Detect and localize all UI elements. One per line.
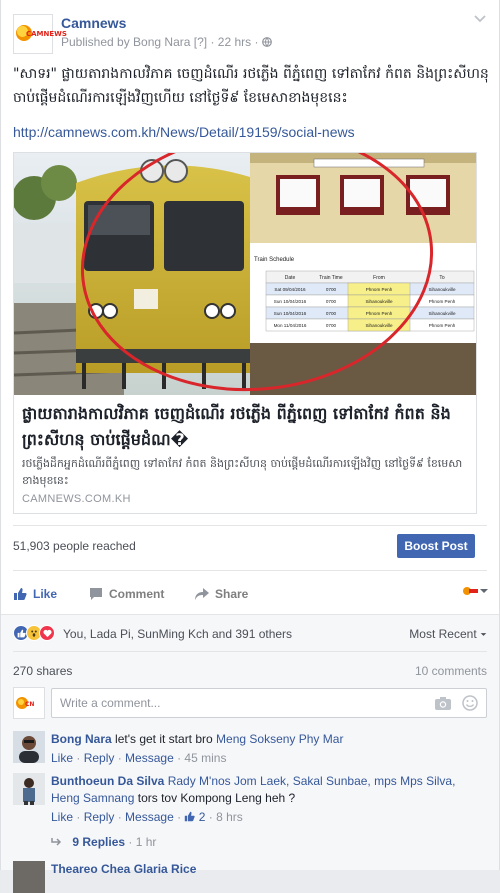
schedule-header: Train Time xyxy=(319,275,343,281)
comment-like-count[interactable]: 2 xyxy=(199,810,206,824)
sort-comments-dropdown[interactable]: Most Recent xyxy=(409,627,487,641)
comment-message-link[interactable]: Message xyxy=(125,751,174,765)
camnews-mini-logo-icon xyxy=(463,587,478,595)
comment-tags[interactable]: Meng Sokseny Phy Mar xyxy=(216,732,343,746)
comment-composer: CN Write a comment... xyxy=(13,687,487,719)
share-arrow-icon xyxy=(195,588,209,600)
schedule-cell: Sihanoukville xyxy=(365,299,393,304)
schedule-cell: Sihanoukville xyxy=(428,311,456,316)
comment-like-link[interactable]: Like xyxy=(51,810,73,824)
comment-text: let's get it start bro xyxy=(115,732,213,746)
schedule-header: From xyxy=(373,275,385,281)
comment-text: tors tov Kompong Leng heh ? xyxy=(137,791,296,805)
chevron-down-icon[interactable] xyxy=(473,12,487,26)
attachment-source: CAMNEWS.COM.KH xyxy=(22,493,131,505)
schedule-header: To xyxy=(439,275,445,281)
reply-arrow-icon xyxy=(51,838,62,846)
comment-icon xyxy=(90,588,102,600)
post-time[interactable]: 22 hrs xyxy=(218,35,251,49)
page-name-link[interactable]: Camnews xyxy=(61,15,126,31)
camera-icon[interactable] xyxy=(434,695,452,711)
feedback-section: You, Lada Pi, SunMing Kch and 391 others… xyxy=(1,614,499,893)
schedule-table: Date Train Time From To Sat 09/04/2016 0700 Ph… xyxy=(265,270,475,332)
link-attachment[interactable]: Train Schedule Date Train Time From To Sat 0… xyxy=(13,152,477,514)
post-as-selector[interactable] xyxy=(463,586,489,596)
caret-down-icon xyxy=(480,589,488,593)
composer-avatar: CN xyxy=(13,687,45,719)
camnews-logo: CAMNEWS xyxy=(16,25,67,43)
commenter-avatar[interactable] xyxy=(13,861,45,893)
love-reaction-icon xyxy=(39,625,55,641)
post-meta: Published by Bong Nara [?] · 22 hrs · xyxy=(61,35,272,49)
shares-count[interactable]: 270 shares xyxy=(13,664,72,678)
camnews-logo-icon: CN xyxy=(16,697,34,709)
comment-message-link[interactable]: Message xyxy=(125,810,174,824)
schedule-cell: 0700 xyxy=(326,287,337,292)
comments-count[interactable]: 10 comments xyxy=(415,664,487,678)
comment-button[interactable]: Comment xyxy=(89,580,164,608)
schedule-cell: 0700 xyxy=(326,299,337,304)
thumbs-up-icon xyxy=(14,588,27,600)
schedule-cell: Sun 10/04/2016 xyxy=(274,311,307,316)
attachment-image[interactable]: Train Schedule Date Train Time From To Sat 0… xyxy=(14,153,476,395)
share-button[interactable]: Share xyxy=(195,580,248,608)
reactions-summary[interactable]: You, Lada Pi, SunMing Kch and 391 others… xyxy=(13,623,487,643)
published-by[interactable]: Published by Bong Nara xyxy=(61,35,190,49)
comment-author[interactable]: Bunthoeun Da Silva xyxy=(51,774,164,788)
comment-body: Bong Nara let's get it start bro Meng So… xyxy=(51,731,481,767)
view-replies-link[interactable]: 9 Replies · 1 hr xyxy=(51,835,156,849)
published-help[interactable]: [?] xyxy=(194,35,207,49)
attachment-description: រថភ្លើងដឹកអ្នកដំណើរពីភ្នំពេញ ទៅតាកែវ កំព… xyxy=(22,457,463,487)
comment-time[interactable]: 45 mins xyxy=(184,751,226,765)
comment-time[interactable]: 8 hrs xyxy=(216,810,243,824)
action-bar: Like Comment Share xyxy=(13,580,489,608)
emoji-icon[interactable] xyxy=(462,695,478,711)
reactors-text[interactable]: You, Lada Pi, SunMing Kch and 391 others xyxy=(63,627,292,641)
attachment-body[interactable]: ផ្លាយតារាងកាលវិភាគ ចេញដំណើរ រថភ្លើង ពីភ្… xyxy=(14,395,476,513)
schedule-title: Train Schedule xyxy=(254,257,295,263)
comment-body: Bunthoeun Da Silva Rady M'nos Jom Laek, … xyxy=(51,773,481,826)
schedule-cell: Sat 09/04/2016 xyxy=(274,287,306,292)
boost-post-button[interactable]: Boost Post xyxy=(397,534,475,558)
schedule-cell: Sihanoukville xyxy=(428,287,456,292)
divider xyxy=(13,525,487,526)
post-card: CAMNEWS Camnews Published by Bong Nara [… xyxy=(0,0,500,893)
schedule-cell: 0700 xyxy=(326,311,337,316)
comment-like-link[interactable]: Like xyxy=(51,751,73,765)
post-link[interactable]: http://camnews.com.kh/News/Detail/19159/… xyxy=(13,124,355,140)
schedule-cell: Phnom Penh xyxy=(366,287,393,292)
schedule-header: Date xyxy=(285,275,296,281)
caret-down-icon xyxy=(480,633,487,636)
post-text: "សាទរ" ផ្លាយតារាងកាលវិភាគ ចេញដំណើរ រថភ្ល… xyxy=(13,66,489,106)
schedule-cell: Phnom Penh xyxy=(429,323,456,328)
people-reached[interactable]: 51,903 people reached xyxy=(13,539,136,553)
schedule-cell: Phnom Penh xyxy=(429,299,456,304)
reaction-icons xyxy=(13,625,55,641)
svg-text:CN: CN xyxy=(25,701,34,708)
comment-reply-link[interactable]: Reply xyxy=(84,810,115,824)
page-avatar[interactable]: CAMNEWS xyxy=(13,14,67,54)
comment-reply-link[interactable]: Reply xyxy=(84,751,115,765)
schedule-cell: Sihanoukville xyxy=(365,323,393,328)
thumbs-up-icon xyxy=(185,811,196,822)
comment-actions: Like · Reply · Message · 2 · 8 hrs xyxy=(51,810,243,824)
post-header: CAMNEWS Camnews Published by Bong Nara [… xyxy=(13,12,487,56)
divider xyxy=(13,651,487,652)
schedule-cell: Phnom Penh xyxy=(366,311,393,316)
like-button[interactable]: Like xyxy=(13,580,57,608)
schedule-cell: 0700 xyxy=(326,323,337,328)
comment-author[interactable]: Bong Nara xyxy=(51,732,112,746)
schedule-cell: Mon 11/04/2016 xyxy=(274,323,307,328)
commenter-avatar[interactable] xyxy=(13,731,45,763)
schedule-cell: Sun 10/04/2016 xyxy=(274,299,307,304)
comment-author[interactable]: Theareo Chea Glaria Rice xyxy=(51,862,196,876)
divider xyxy=(13,570,487,571)
train-photo: Train Schedule Date Train Time From To Sat 0… xyxy=(14,153,476,395)
globe-icon xyxy=(261,37,272,47)
comment-input[interactable]: Write a comment... xyxy=(51,688,487,718)
commenter-avatar[interactable] xyxy=(13,773,45,805)
comment-actions: Like · Reply · Message · 45 mins xyxy=(51,751,227,765)
attachment-title[interactable]: ផ្លាយតារាងកាលវិភាគ ចេញដំណើរ រថភ្លើង ពីភ្… xyxy=(22,401,468,453)
